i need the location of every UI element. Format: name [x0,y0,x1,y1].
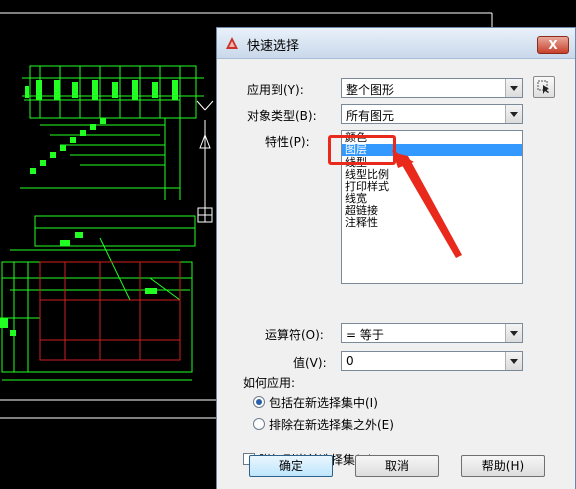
apply-to-value: 整个图形 [346,83,395,97]
chevron-down-icon[interactable] [505,79,522,97]
value-value: 0 [346,354,354,368]
chevron-down-icon[interactable] [505,352,522,370]
object-type-select[interactable]: 所有图元 [341,104,523,124]
object-type-value: 所有图元 [346,109,395,123]
cursor-select-icon [537,80,549,94]
quick-select-dialog: 快速选择 X 应用到(Y): 整个图形 对象类型(B): 所有图元 特性(P):… [216,27,576,489]
include-radio[interactable] [253,396,265,408]
operator-select[interactable]: = 等于 [341,323,523,343]
ok-button[interactable]: 确定 [249,455,333,477]
object-type-label: 对象类型(B): [247,109,317,123]
list-item[interactable]: 注释性 [345,217,378,229]
select-objects-button[interactable] [533,76,555,98]
value-label: 值(V): [293,356,327,370]
include-option-label[interactable]: 包括在新选择集中(I) [269,394,378,411]
dialog-title: 快速选择 [247,39,300,54]
dialog-body: 应用到(Y): 整个图形 对象类型(B): 所有图元 特性(P): 颜色 图层 … [217,59,575,489]
chevron-down-icon[interactable] [505,105,522,123]
operator-value: = 等于 [346,328,384,342]
apply-to-label: 应用到(Y): [247,83,304,97]
cancel-button[interactable]: 取消 [355,455,439,477]
exclude-option-label[interactable]: 排除在新选择集之外(E) [269,416,394,433]
exclude-radio[interactable] [253,418,265,430]
highlight-box-annotation [328,135,396,165]
chevron-down-icon[interactable] [505,324,522,342]
apply-to-select[interactable]: 整个图形 [341,78,523,98]
properties-label: 特性(P): [265,135,310,149]
close-button[interactable]: X [537,36,569,54]
operator-label: 运算符(O): [265,328,324,342]
autocad-logo-icon [226,37,238,49]
help-button[interactable]: 帮助(H) [461,455,545,477]
dialog-titlebar[interactable]: 快速选择 X [217,28,575,59]
value-select[interactable]: 0 [341,351,523,371]
how-to-apply-label: 如何应用: [243,374,300,391]
